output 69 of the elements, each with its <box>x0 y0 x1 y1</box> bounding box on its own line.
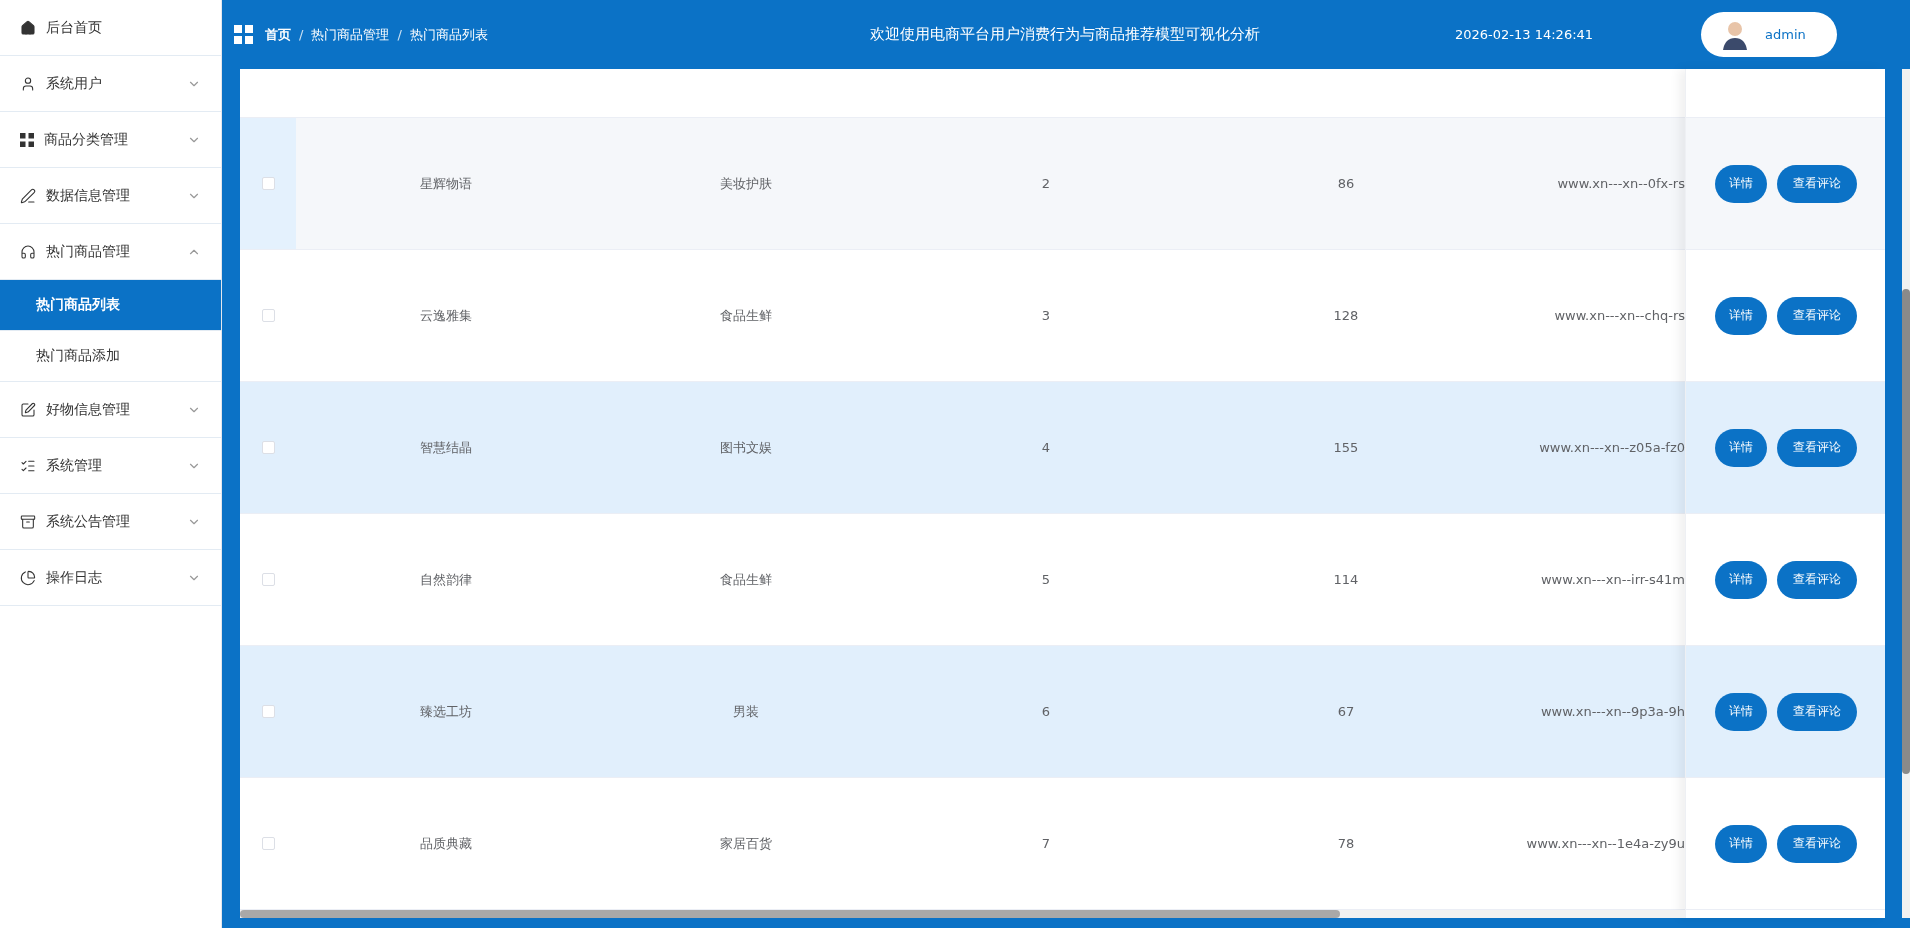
user-menu[interactable]: admin <box>1701 12 1837 57</box>
table-cell-text: 云逸雅集 <box>419 306 473 325</box>
table-cell-text: 4 <box>1040 440 1052 455</box>
row-checkbox[interactable] <box>261 573 275 586</box>
menu-icon <box>234 25 253 44</box>
breadcrumb-link[interactable]: 热门商品管理 <box>311 25 390 44</box>
comments-button[interactable]: 查看评论 <box>1776 296 1857 335</box>
page-title: 欢迎使用电商平台用户消费行为与商品推荐模型可视化分析 <box>869 25 1261 44</box>
breadcrumb-link[interactable]: 首页 <box>265 25 291 44</box>
comments-button[interactable]: 查看评论 <box>1776 560 1857 599</box>
pen-icon <box>20 187 36 204</box>
table-cell-text: 114 <box>1332 572 1360 587</box>
table-cell-text: 86 <box>1336 176 1356 191</box>
detail-button[interactable]: 详情 <box>1714 164 1767 203</box>
table-cell-text: 5 <box>1040 572 1052 587</box>
horizontal-scrollbar[interactable] <box>240 910 1685 918</box>
edit-icon <box>20 401 36 418</box>
table-cell-text: 男装 <box>732 702 760 721</box>
table-cell-text: 智慧结晶 <box>419 438 473 457</box>
comments-button[interactable]: 查看评论 <box>1776 428 1857 467</box>
table-cell-text: 美妆护肤 <box>719 174 773 193</box>
detail-button[interactable]: 详情 <box>1714 296 1767 335</box>
table-cell-text: www.xn---xn--z05a-fz0 <box>1538 440 1685 455</box>
breadcrumb-separator: / <box>299 27 304 42</box>
datetime-text: 2026-02-13 14:26:41 <box>1455 27 1595 42</box>
table-cell-text: 图书文娱 <box>719 438 773 457</box>
detail-button[interactable]: 详情 <box>1714 428 1767 467</box>
vertical-scrollbar[interactable] <box>1902 69 1910 918</box>
table-cell-text: 2 <box>1040 176 1052 191</box>
comments-button[interactable]: 查看评论 <box>1776 824 1857 863</box>
user-icon <box>20 75 36 92</box>
row-checkbox[interactable] <box>261 705 275 718</box>
table-cell-text: 星辉物语 <box>419 174 473 193</box>
table-cell-text: 食品生鲜 <box>719 570 773 589</box>
home-icon <box>20 19 36 36</box>
table-cell-text: 6 <box>1040 704 1052 719</box>
table-cell-text: www.xn---xn--irr-s41m <box>1539 572 1685 587</box>
table-cell-text: www.xn---xn--0fx-rs <box>1556 176 1685 191</box>
table-cell-text: 自然韵律 <box>419 570 473 589</box>
table-cell-text: 品质典藏 <box>419 834 473 853</box>
table-cell-text: 7 <box>1040 836 1052 851</box>
table-cell-text: 3 <box>1040 308 1052 323</box>
pie-chart-icon <box>20 569 36 586</box>
table-cell-text: 155 <box>1332 440 1360 455</box>
table-cell-text: 食品生鲜 <box>719 306 773 325</box>
table-cell-text: www.xn---xn--chq-rs <box>1553 308 1685 323</box>
avatar-icon <box>1723 19 1747 50</box>
detail-button[interactable]: 详情 <box>1714 824 1767 863</box>
detail-button[interactable]: 详情 <box>1714 560 1767 599</box>
table-cell-text: 128 <box>1332 308 1360 323</box>
table-cell-text: 67 <box>1336 704 1356 719</box>
breadcrumb-link[interactable]: 热门商品列表 <box>409 25 488 44</box>
table-cell-text: www.xn---xn--1e4a-zy9u <box>1525 836 1685 851</box>
headphones-icon <box>20 243 36 260</box>
archive-icon <box>20 513 36 530</box>
submenu-item[interactable]: 热门商品列表 <box>0 280 221 331</box>
table-cell-text: 78 <box>1336 836 1356 851</box>
row-checkbox[interactable] <box>261 309 275 322</box>
detail-button[interactable]: 详情 <box>1714 692 1767 731</box>
grid-icon <box>20 132 34 147</box>
row-checkbox[interactable] <box>261 837 275 850</box>
comments-button[interactable]: 查看评论 <box>1776 164 1857 203</box>
table-cell-text: 臻选工坊 <box>419 702 473 721</box>
row-checkbox[interactable] <box>261 177 275 190</box>
row-checkbox[interactable] <box>261 441 275 454</box>
comments-button[interactable]: 查看评论 <box>1776 692 1857 731</box>
breadcrumb-separator: / <box>397 27 402 42</box>
table-cell-text: 家居百货 <box>719 834 773 853</box>
table-cell-text: www.xn---xn--9p3a-9h <box>1539 704 1685 719</box>
